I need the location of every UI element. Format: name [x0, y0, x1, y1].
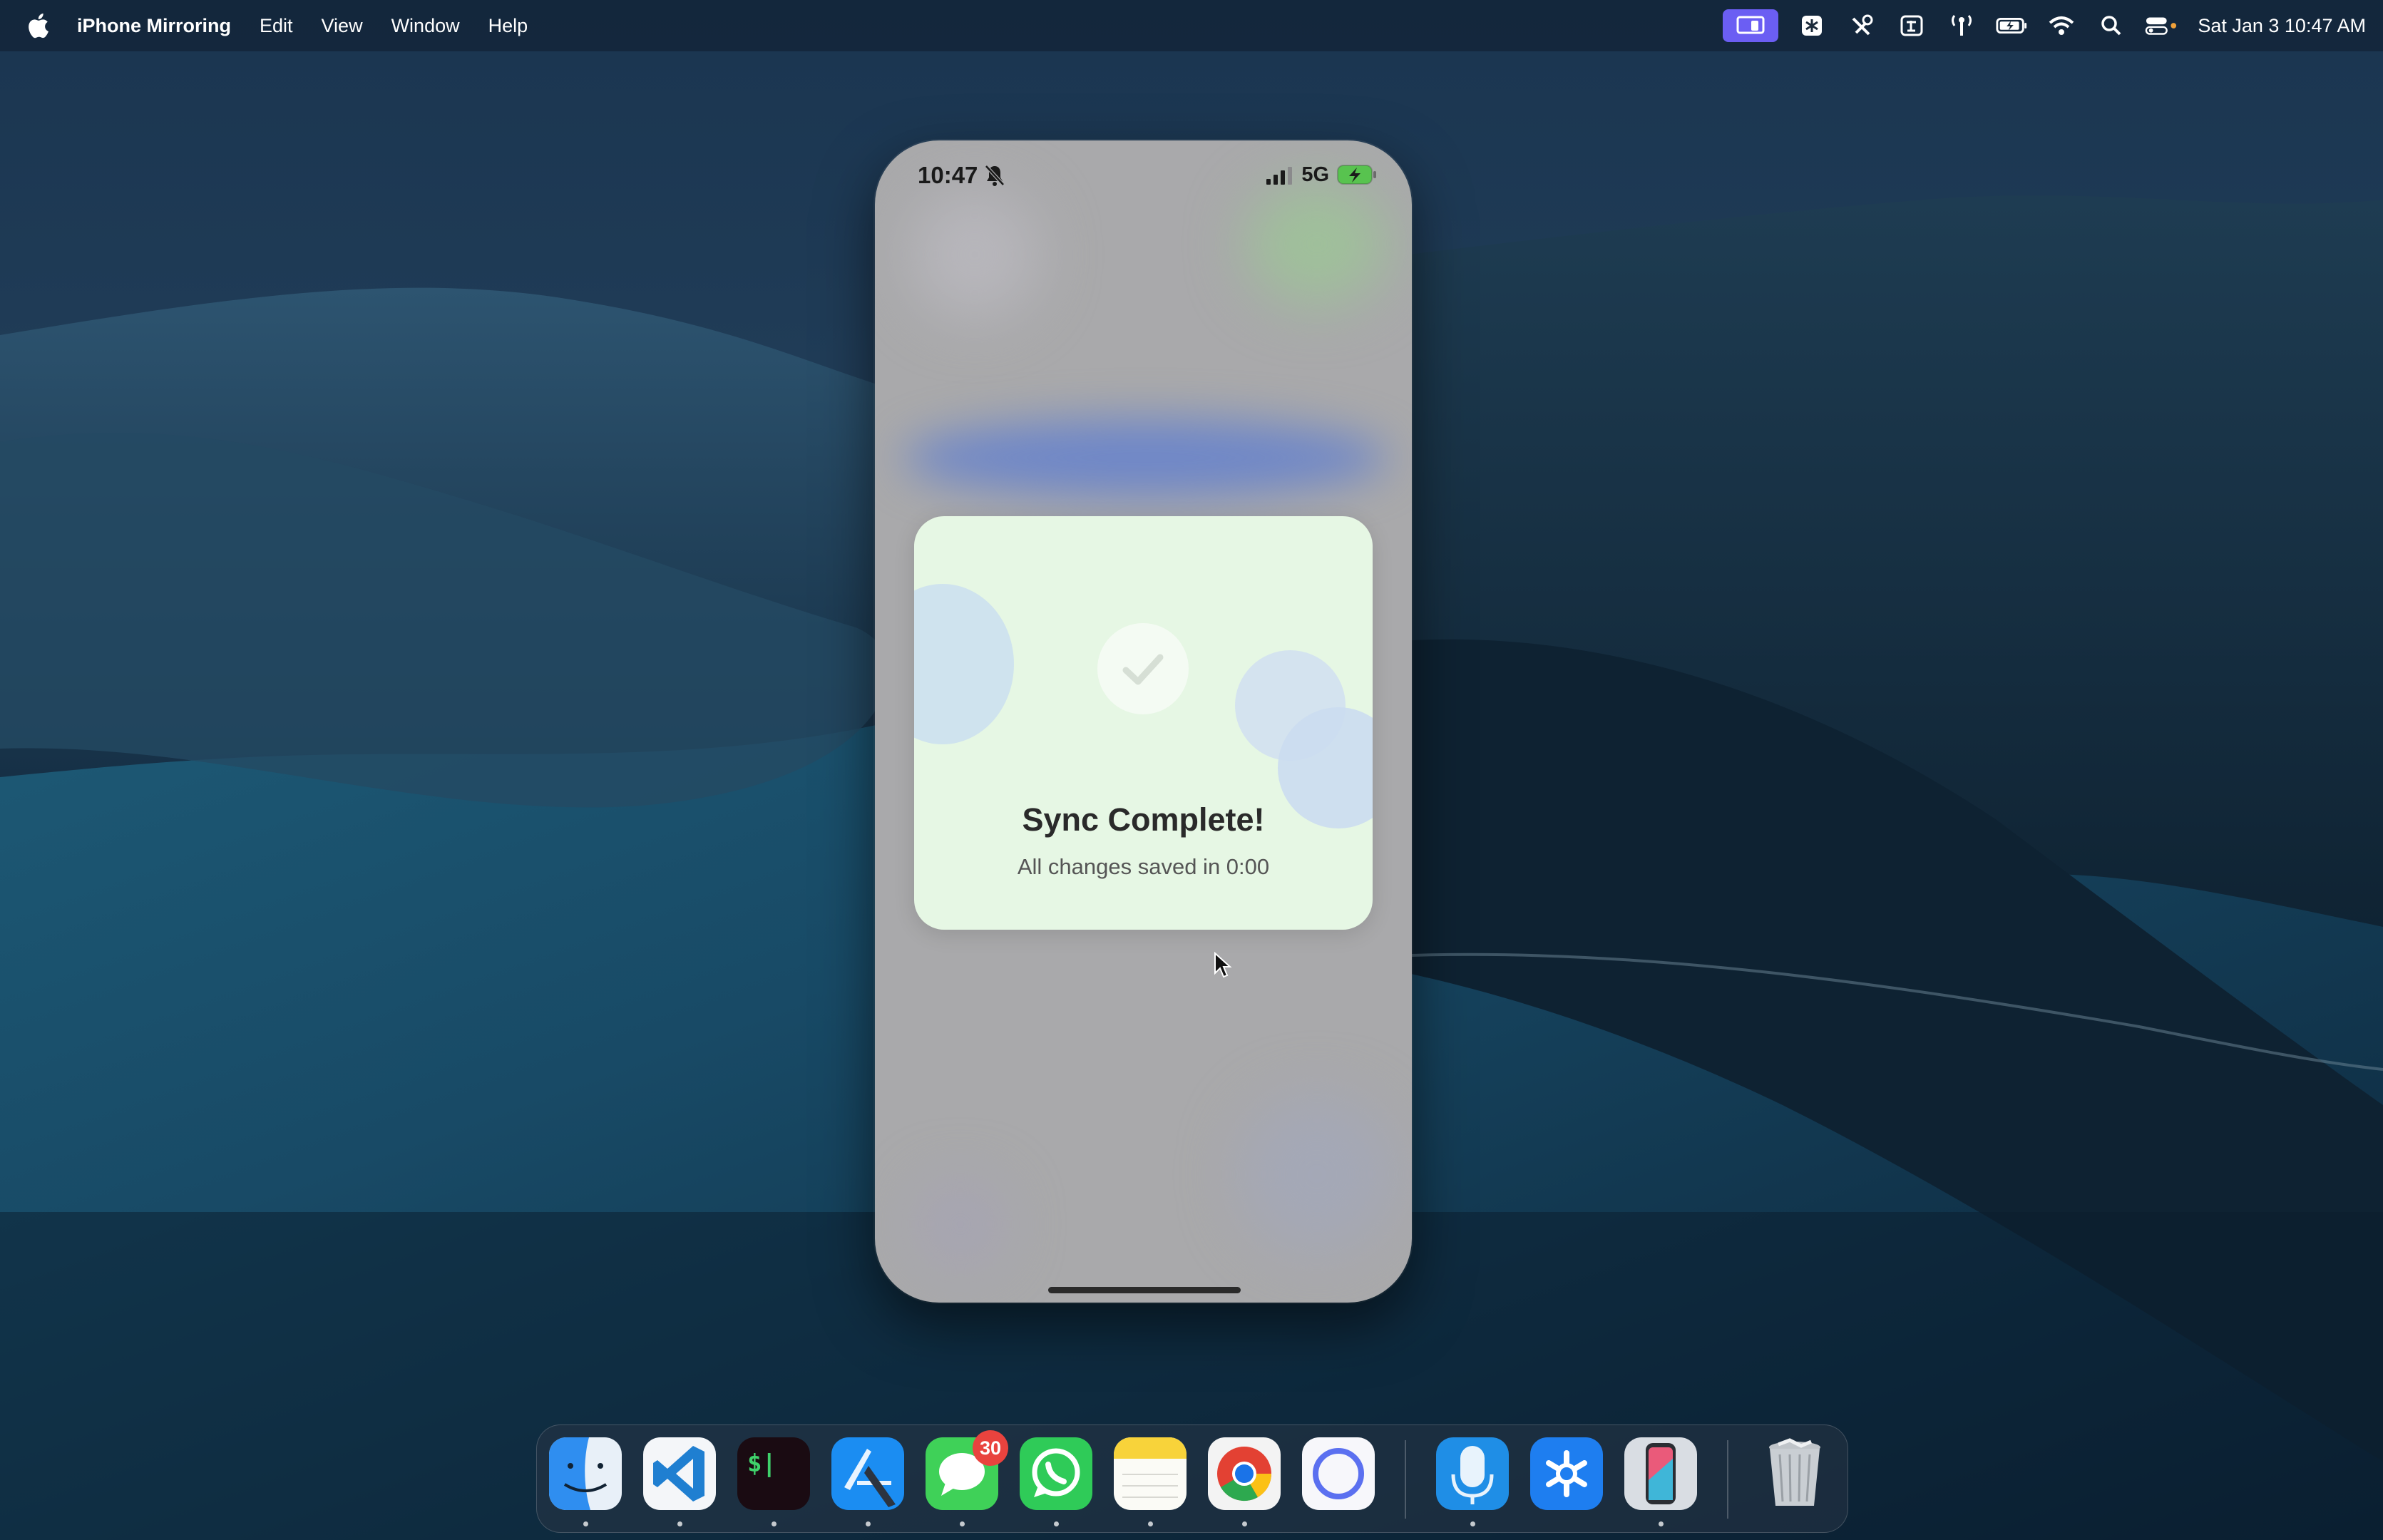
- finder-icon: [549, 1437, 622, 1510]
- whatsapp-icon: [1020, 1437, 1092, 1510]
- dock-app-whatsapp[interactable]: [1020, 1437, 1092, 1510]
- dock-app-terminal[interactable]: $|: [737, 1437, 810, 1510]
- dock-app-notes[interactable]: [1114, 1437, 1187, 1510]
- running-indicator: [866, 1521, 871, 1526]
- dock-app-iphone-mirroring[interactable]: [1624, 1437, 1697, 1510]
- cellular-signal-icon: [1266, 167, 1292, 185]
- dock-app-xcode[interactable]: [831, 1437, 904, 1510]
- decorative-circle: [914, 584, 1014, 744]
- menu-view[interactable]: View: [307, 15, 377, 37]
- vscode-icon: [643, 1437, 716, 1510]
- terminal-icon: $|: [737, 1437, 810, 1510]
- ios-status-bar: 10:47 5G: [875, 140, 1412, 212]
- asterisk-app-icon: [1530, 1437, 1603, 1510]
- background-blob: [1239, 1096, 1395, 1253]
- silent-bell-icon: [985, 165, 1005, 186]
- app-menu-name[interactable]: iPhone Mirroring: [63, 15, 245, 37]
- dock-app-perplexity[interactable]: [1530, 1437, 1603, 1510]
- microphone-icon: [1436, 1437, 1509, 1510]
- iphone-mirroring-icon[interactable]: [1723, 9, 1779, 42]
- network-type: 5G: [1301, 163, 1329, 186]
- iphone-mirroring-app-icon: [1624, 1437, 1697, 1510]
- running-indicator: [1242, 1521, 1247, 1526]
- trash-icon: [1769, 1438, 1820, 1506]
- search-icon[interactable]: [2095, 11, 2128, 40]
- menu-edit[interactable]: Edit: [245, 15, 307, 37]
- dock-separator: [1405, 1440, 1406, 1519]
- mouse-pointer-icon: [1214, 952, 1232, 978]
- running-indicator: [677, 1521, 682, 1526]
- sync-title: Sync Complete!: [1022, 801, 1265, 838]
- menu-help[interactable]: Help: [474, 15, 543, 37]
- sync-complete-card: Sync Complete! All changes saved in 0:00: [914, 516, 1373, 930]
- dock-app-proton[interactable]: [1302, 1437, 1375, 1510]
- perplexity-icon[interactable]: [1795, 11, 1828, 40]
- menu-window[interactable]: Window: [377, 15, 474, 37]
- home-indicator[interactable]: [1048, 1287, 1241, 1293]
- background-blob: [903, 419, 1388, 497]
- iphone-mirroring-window[interactable]: 10:47 5G Sync Complete! All changes save…: [875, 140, 1412, 1303]
- wifi-icon[interactable]: [2045, 11, 2078, 40]
- status-time: 10:47: [918, 162, 978, 188]
- apple-logo-icon[interactable]: [24, 12, 50, 39]
- menubar-clock[interactable]: Sat Jan 3 10:47 AM: [2198, 15, 2366, 37]
- dock-trash[interactable]: [1758, 1437, 1831, 1510]
- running-indicator: [960, 1521, 965, 1526]
- running-indicator: [1054, 1521, 1059, 1526]
- dock-separator: [1727, 1440, 1728, 1519]
- running-indicator: [583, 1521, 588, 1526]
- running-indicator: [1470, 1521, 1475, 1526]
- dock-app-finder[interactable]: [549, 1437, 622, 1510]
- notes-icon: [1114, 1437, 1187, 1510]
- running-indicator: [772, 1521, 777, 1526]
- ring-app-icon: [1302, 1437, 1375, 1510]
- battery-icon[interactable]: [1995, 11, 2028, 40]
- tools-icon[interactable]: [1845, 11, 1878, 40]
- xcode-icon: [831, 1437, 904, 1510]
- running-indicator: [1148, 1521, 1153, 1526]
- checkmark-icon: [1097, 623, 1189, 714]
- dock-app-vscode[interactable]: [643, 1437, 716, 1510]
- background-blob: [918, 1181, 1003, 1267]
- chrome-icon: [1208, 1437, 1281, 1510]
- running-indicator: [1659, 1521, 1664, 1526]
- antenna-icon[interactable]: [1945, 11, 1978, 40]
- battery-charging-icon: [1337, 165, 1376, 185]
- dock-app-chrome[interactable]: [1208, 1437, 1281, 1510]
- svg-text:$|: $|: [747, 1449, 777, 1478]
- messages-unread-badge: 30: [973, 1430, 1008, 1466]
- sync-subtitle: All changes saved in 0:00: [1017, 854, 1270, 879]
- control-center-icon[interactable]: [2145, 11, 2178, 40]
- translate-icon[interactable]: [1895, 11, 1928, 40]
- menu-bar: iPhone Mirroring Edit View Window Help S…: [0, 0, 2383, 51]
- dock-app-voice[interactable]: [1436, 1437, 1509, 1510]
